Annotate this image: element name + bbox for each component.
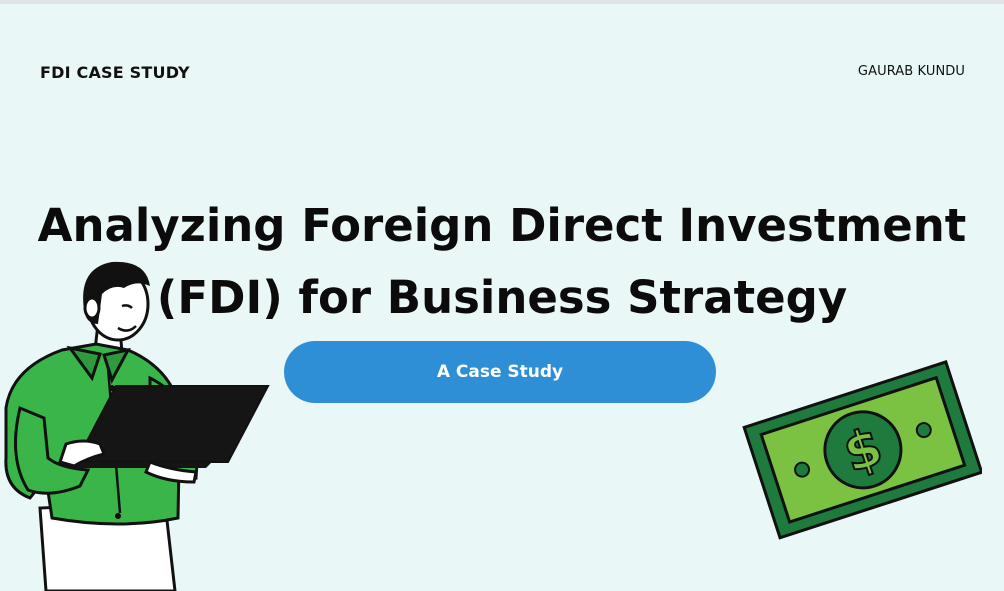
author-name: GAURAB KUNDU — [857, 64, 965, 79]
person-with-laptop-illustration — [4, 261, 270, 591]
top-border — [0, 0, 1004, 4]
dollar-bill-icon: $ — [742, 360, 982, 540]
title-line-1: Analyzing Foreign Direct Investment — [37, 199, 967, 252]
case-study-button[interactable]: A Case Study — [284, 341, 716, 403]
brand-label: FDI CASE STUDY — [40, 63, 190, 82]
